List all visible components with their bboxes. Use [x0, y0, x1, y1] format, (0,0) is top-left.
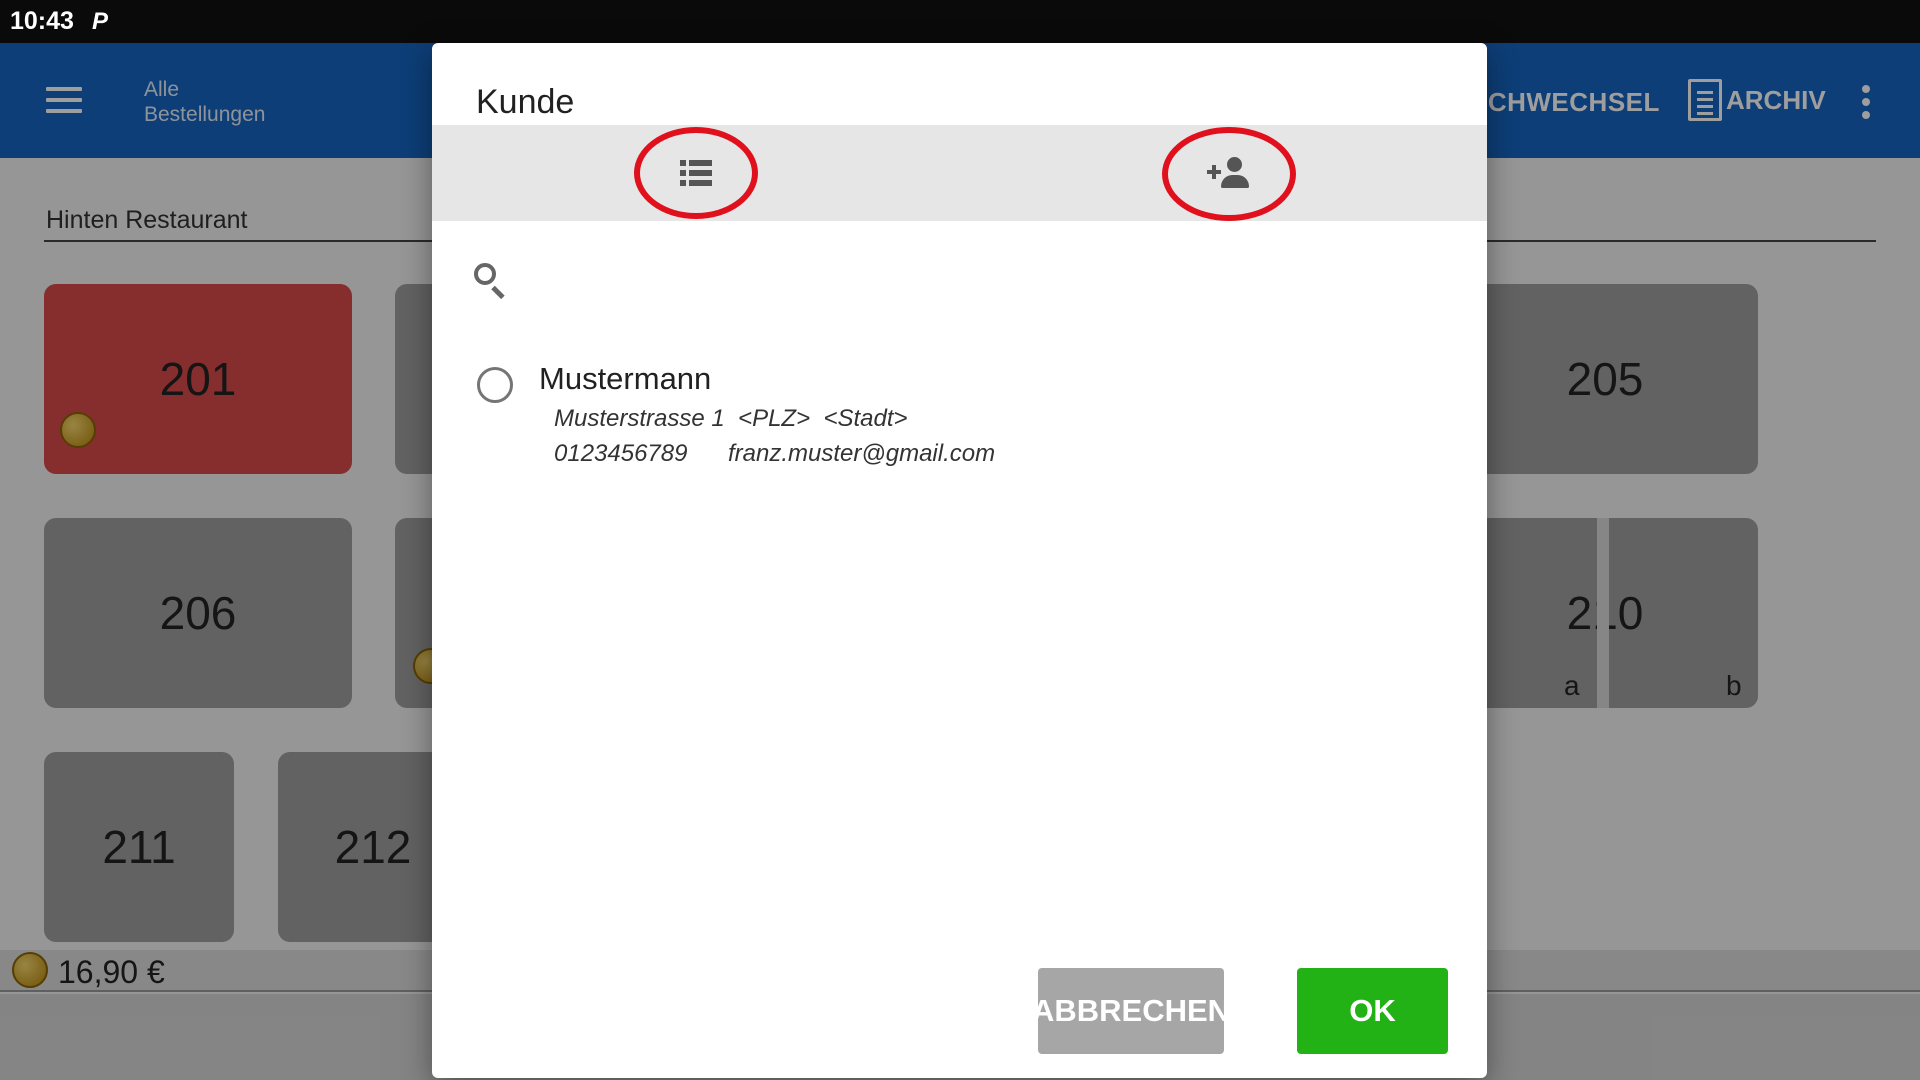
search-icon[interactable] — [472, 261, 512, 301]
customer-phone: 0123456789 — [554, 440, 688, 467]
highlight-circle — [634, 127, 758, 219]
tab-add-customer[interactable] — [1162, 125, 1296, 221]
customer-name: Mustermann — [539, 361, 712, 396]
dialog-title: Kunde — [476, 83, 575, 121]
screen: 10:43 P Alle Bestellungen SCHWECHSEL ARC… — [0, 0, 1920, 1080]
tab-customer-list[interactable] — [634, 125, 758, 221]
customer-radio-button[interactable] — [477, 367, 513, 403]
cancel-button[interactable]: ABBRECHEN — [1032, 968, 1230, 1054]
notification-icon: P — [91, 7, 108, 35]
add-person-icon — [1207, 157, 1251, 189]
customer-address: Musterstrasse 1 <PLZ> <Stadt> — [554, 405, 908, 432]
customer-email: franz.muster@gmail.com — [728, 440, 996, 467]
status-bar: 10:43 P — [0, 0, 1920, 43]
customer-dialog: Kunde Mustermann Musterstrasse 1 <PLZ> <… — [432, 43, 1487, 1078]
dialog-tab-bar — [432, 125, 1487, 221]
status-time: 10:43 — [10, 7, 74, 35]
ok-button[interactable]: OK — [1297, 968, 1448, 1054]
